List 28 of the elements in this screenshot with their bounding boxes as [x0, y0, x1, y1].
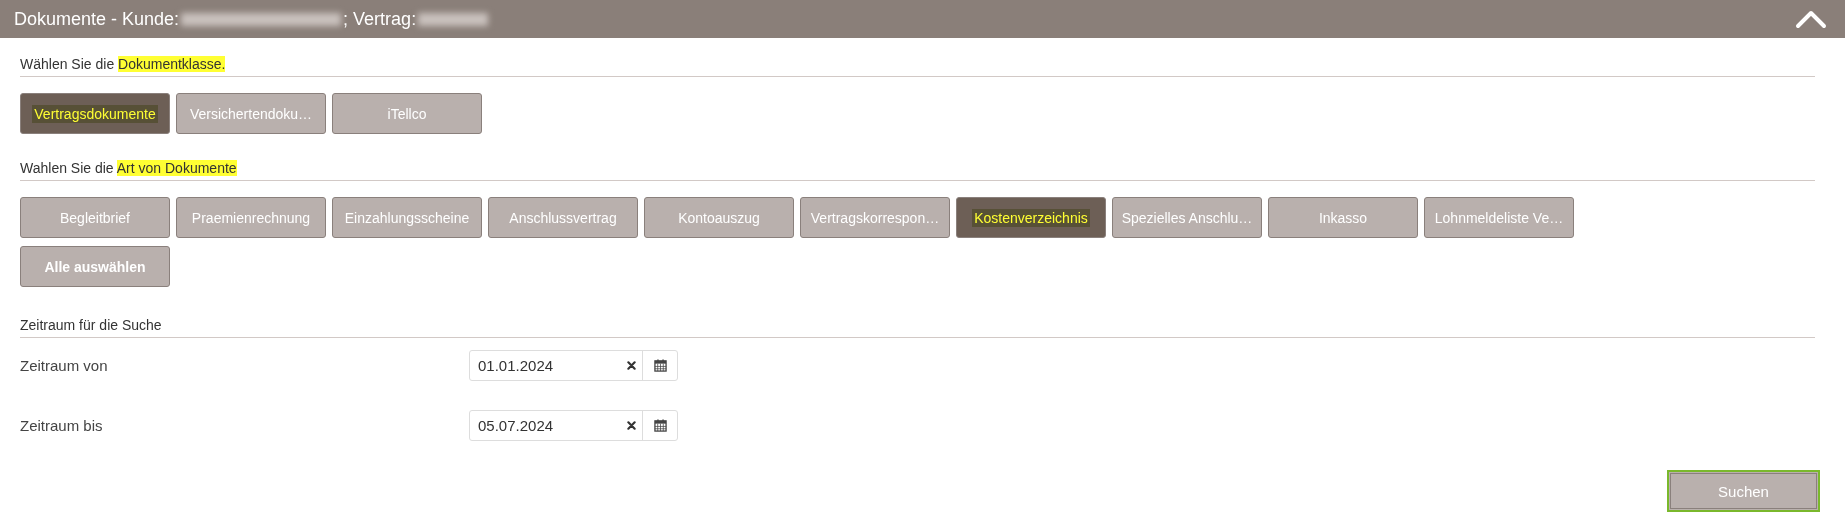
- section-label: Wählen Sie die Dokumentklasse.: [20, 38, 1815, 77]
- panel-title: Dokumente - Kunde:: [14, 8, 180, 30]
- document-option-button[interactable]: Anschlussvertrag: [488, 197, 638, 238]
- calendar-icon: [653, 359, 667, 372]
- document-option-button[interactable]: Begleitbrief: [20, 197, 170, 238]
- clear-icon[interactable]: [627, 361, 636, 370]
- blurred-text: [418, 12, 489, 26]
- section-label: Zeitraum für die Suche: [20, 305, 1815, 338]
- document-option-button[interactable]: iTellco: [332, 93, 482, 134]
- document-option-button[interactable]: Inkasso: [1268, 197, 1418, 238]
- document-option-button[interactable]: Vertragsdokumente: [20, 93, 170, 134]
- collapse-icon[interactable]: [1795, 9, 1827, 29]
- document-option-button[interactable]: Lohnmeldeliste Ve…: [1424, 197, 1574, 238]
- field-label: Zeitraum bis: [20, 417, 104, 434]
- document-option-button[interactable]: Kostenverzeichnis: [956, 197, 1106, 238]
- document-option-button[interactable]: Spezielles Anschlu…: [1112, 197, 1262, 238]
- select-all-button[interactable]: Alle auswählen: [20, 246, 170, 287]
- document-option-button[interactable]: Versichertendoku…: [176, 93, 326, 134]
- document-option-button[interactable]: Vertragskorrespon…: [800, 197, 950, 238]
- field-label: Zeitraum von: [20, 357, 109, 374]
- document-option-button[interactable]: Praemienrechnung: [176, 197, 326, 238]
- calendar-icon: [653, 419, 667, 432]
- document-option-button[interactable]: Kontoauszug: [644, 197, 794, 238]
- document-option-button[interactable]: Einzahlungsscheine: [332, 197, 482, 238]
- section-label: Wahlen Sie die Art von Dokumente: [20, 142, 1815, 181]
- panel-title: ; Vertrag:: [343, 8, 417, 30]
- clear-icon[interactable]: [627, 421, 636, 430]
- search-button[interactable]: Suchen: [1667, 470, 1820, 512]
